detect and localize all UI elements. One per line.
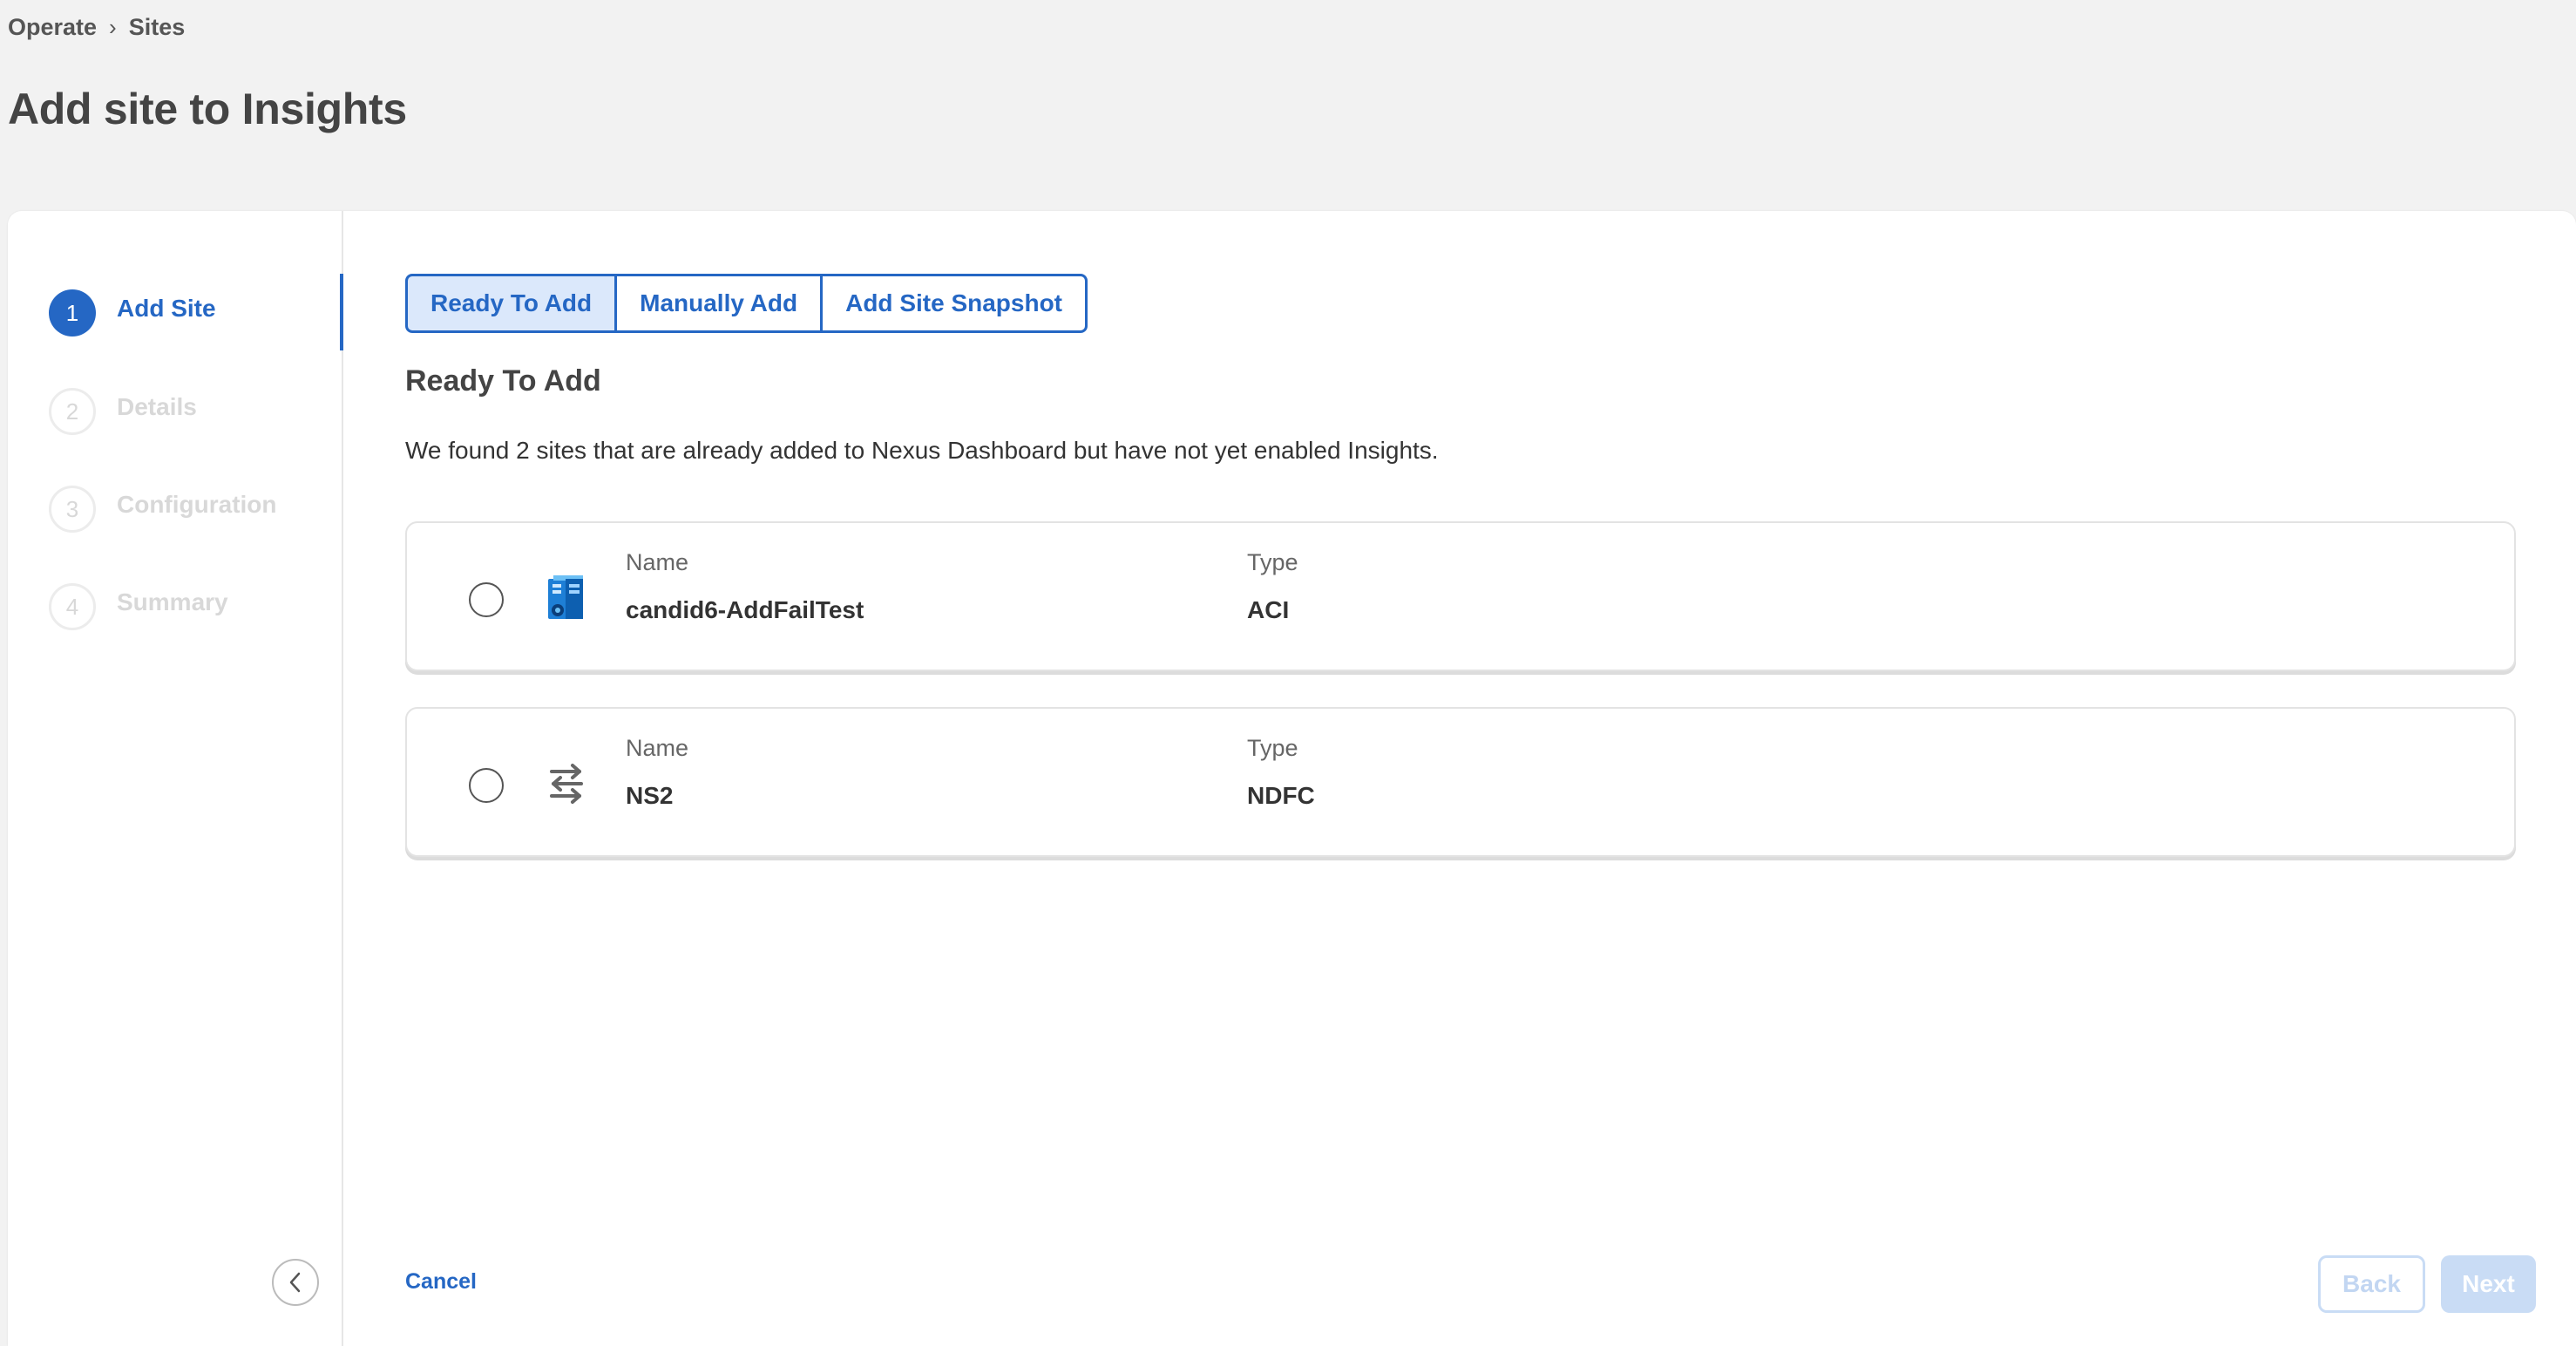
page-title: Add site to Insights <box>8 85 407 133</box>
tab-add-site-snapshot[interactable]: Add Site Snapshot <box>820 274 1088 333</box>
cancel-button[interactable]: Cancel <box>405 1269 477 1295</box>
step-label: Details <box>117 393 197 420</box>
site-type-label: Type <box>1247 549 1298 575</box>
wizard-step-details: 2 Details <box>49 388 197 435</box>
wizard-step-summary: 4 Summary <box>49 583 228 630</box>
tab-ready-to-add[interactable]: Ready To Add <box>405 274 618 333</box>
add-mode-tabs: Ready To Add Manually Add Add Site Snaps… <box>405 274 1088 333</box>
wizard-step-add-site[interactable]: 1 Add Site <box>49 289 216 336</box>
breadcrumb-operate[interactable]: Operate <box>8 14 97 41</box>
aci-site-icon <box>548 575 583 619</box>
wizard-step-configuration: 3 Configuration <box>49 486 277 533</box>
site-row[interactable]: Name candid6-AddFailTest Type ACI <box>405 521 2516 671</box>
wizard-sidebar: 1 Add Site 2 Details 3 Configuration 4 S… <box>8 211 343 1346</box>
section-title: Ready To Add <box>405 364 601 398</box>
ndfc-site-icon <box>550 764 583 804</box>
back-button[interactable]: Back <box>2318 1255 2425 1313</box>
next-button[interactable]: Next <box>2441 1255 2536 1313</box>
step-label: Configuration <box>117 491 277 518</box>
chevron-left-icon <box>289 1272 301 1293</box>
breadcrumb-sites[interactable]: Sites <box>129 14 186 41</box>
section-description: We found 2 sites that are already added … <box>405 437 1439 464</box>
wizard-main: Ready To Add Manually Add Add Site Snaps… <box>405 211 2576 1346</box>
step-number: 2 <box>49 388 96 435</box>
site-name-label: Name <box>626 735 689 761</box>
site-name-value: candid6-AddFailTest <box>626 596 864 623</box>
step-number: 1 <box>49 289 96 336</box>
breadcrumb-separator: › <box>109 14 117 40</box>
step-label: Summary <box>117 588 228 615</box>
wizard-card: 1 Add Site 2 Details 3 Configuration 4 S… <box>8 211 2576 1346</box>
active-step-indicator <box>340 274 343 350</box>
collapse-sidebar-button[interactable] <box>272 1259 319 1306</box>
site-type-label: Type <box>1247 735 1298 761</box>
breadcrumb: Operate › Sites <box>8 14 185 41</box>
step-number: 4 <box>49 583 96 630</box>
site-select-radio[interactable] <box>469 768 504 803</box>
site-name-value: NS2 <box>626 782 674 809</box>
site-name-label: Name <box>626 549 689 575</box>
site-select-radio[interactable] <box>469 582 504 617</box>
site-type-value: NDFC <box>1247 782 1315 809</box>
step-number: 3 <box>49 486 96 533</box>
site-row[interactable]: Name NS2 Type NDFC <box>405 707 2516 857</box>
step-label: Add Site <box>117 295 216 322</box>
site-type-value: ACI <box>1247 596 1290 623</box>
tab-manually-add[interactable]: Manually Add <box>614 274 824 333</box>
